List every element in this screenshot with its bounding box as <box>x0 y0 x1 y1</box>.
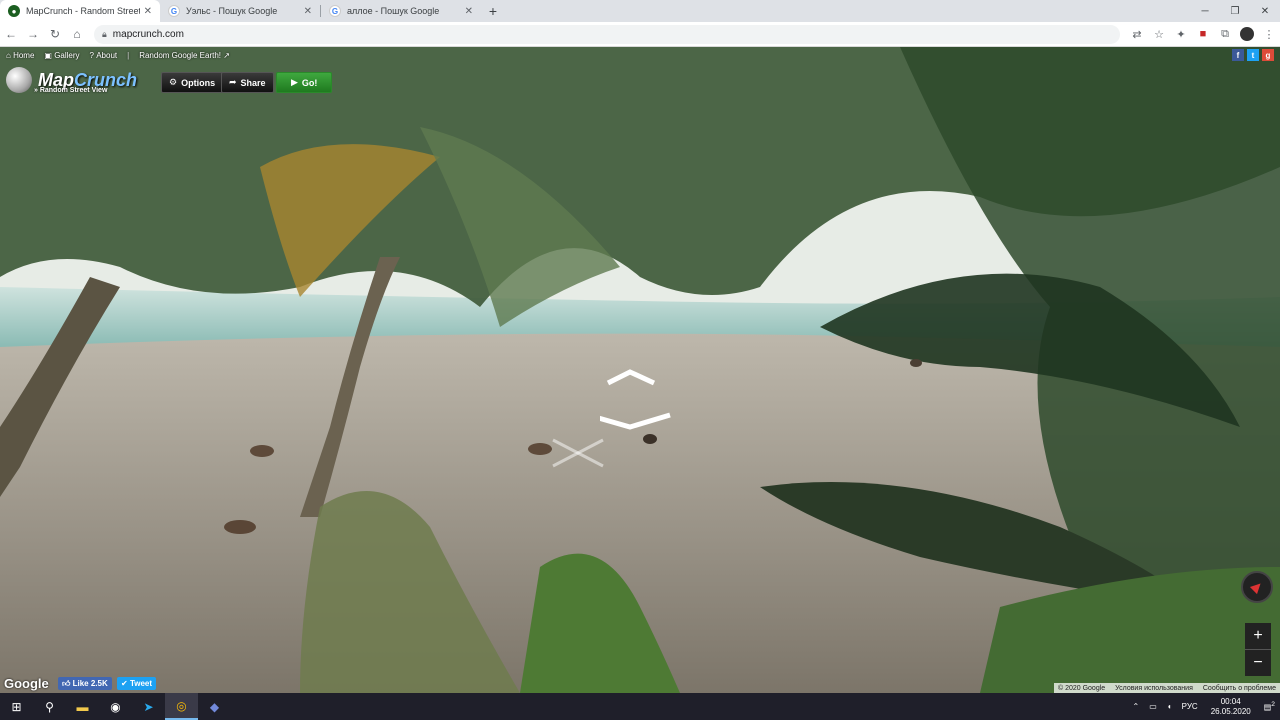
google-icon: G <box>168 5 180 17</box>
forward-icon[interactable]: → <box>22 27 44 41</box>
gallery-link[interactable]: ▣ Gallery <box>44 51 79 60</box>
options-label: Options <box>181 77 216 88</box>
twitter-bird-icon: ✔ <box>121 679 130 688</box>
google-icon: G <box>329 5 341 17</box>
compass-icon[interactable] <box>1241 571 1273 603</box>
avatar[interactable] <box>1240 27 1254 41</box>
discord-icon[interactable]: ◆ <box>198 693 231 720</box>
tab-google-aloe[interactable]: G аллое - Пошук Google ✕ <box>321 0 481 22</box>
address-bar[interactable]: 🔒︎ mapcrunch.com <box>94 24 1120 44</box>
browser-toolbar: ← → ↻ ⌂ 🔒︎ mapcrunch.com ⇄ ☆ ✦ ■ ⧉ ⋮ <box>0 22 1280 47</box>
go-label: Go! <box>301 77 318 88</box>
notifications-icon[interactable]: ▤2 <box>1264 701 1275 712</box>
share-label: Share <box>240 77 266 88</box>
gallery-link-label: Gallery <box>54 50 80 60</box>
home-link-label: Home <box>13 50 35 60</box>
volume-icon[interactable]: ◖ <box>1167 702 1172 711</box>
options-button[interactable]: ⚙ Options <box>161 72 224 93</box>
facebook-like-button[interactable]: 👍︎ Like 2.5K <box>58 677 112 690</box>
compass-needle <box>1249 579 1265 595</box>
terms-link[interactable]: Условия использования <box>1115 685 1193 692</box>
globe-icon <box>6 67 32 93</box>
mapcrunch-icon: ● <box>8 5 20 17</box>
windows-start-icon[interactable]: ⊞ <box>0 693 33 720</box>
new-tab-button[interactable]: + <box>481 0 505 22</box>
tweet-button[interactable]: ✔ Tweet <box>117 677 157 690</box>
random-earth-label: Random Google Earth! <box>139 50 222 60</box>
play-icon: ▶ <box>291 77 298 87</box>
translate-icon[interactable]: ⇄ <box>1126 28 1148 41</box>
chrome-icon[interactable]: ◎ <box>165 693 198 720</box>
go-button[interactable]: ▶ Go! <box>276 72 333 93</box>
tab-label: Уэльс - Пошук Google <box>186 6 278 16</box>
chevron-forward-icon[interactable] <box>606 369 656 386</box>
network-icon[interactable]: ▭ <box>1149 702 1157 711</box>
extension-badge-icon[interactable]: ■ <box>1192 28 1214 40</box>
like-label: Like 2.5K <box>72 679 108 688</box>
tab-label: аллое - Пошук Google <box>347 6 440 16</box>
back-icon[interactable]: ← <box>0 27 22 41</box>
reload-icon[interactable]: ↻ <box>44 27 66 41</box>
street-nav-arrows[interactable] <box>600 367 680 437</box>
close-icon[interactable]: ✕ <box>144 6 152 17</box>
zoom-out-button[interactable]: − <box>1245 650 1271 676</box>
browser-tab-strip: ● MapCrunch - Random Street Vie ✕ G Уэль… <box>0 0 1280 22</box>
extension-icon[interactable]: ✦ <box>1170 28 1192 41</box>
facebook-icon[interactable]: f <box>1232 49 1244 61</box>
menu-kebab-icon[interactable]: ⋮ <box>1258 28 1280 41</box>
zoom-controls: + − <box>1245 623 1271 676</box>
search-icon[interactable]: ⚲ <box>33 693 66 720</box>
windows-taskbar: ⊞ ⚲ ▬ ◉ ➤ ◎ ◆ ⌃ ▭ ◖ РУС 00:04 26.05.2020… <box>0 693 1280 720</box>
gears-icon: ⚙ <box>169 77 178 87</box>
share-arrow-icon: ➦ <box>229 77 237 87</box>
tab-label: MapCrunch - Random Street Vie <box>26 6 140 16</box>
pano-cursor-x <box>552 438 604 468</box>
window-controls: ─ ❐ ✕ <box>1190 0 1280 22</box>
close-icon[interactable]: ✕ <box>304 6 312 17</box>
telegram-icon[interactable]: ➤ <box>132 693 165 720</box>
twitter-icon[interactable]: t <box>1247 49 1259 61</box>
tweet-label: Tweet <box>129 679 153 688</box>
lock-icon[interactable]: 🔒︎ <box>102 29 107 40</box>
clock-time: 00:04 <box>1220 696 1241 706</box>
bookmark-star-icon[interactable]: ☆ <box>1148 28 1170 41</box>
window-close-icon[interactable]: ✕ <box>1250 0 1280 22</box>
social-icons: f t g <box>1232 49 1274 61</box>
tab-mapcrunch[interactable]: ● MapCrunch - Random Street Vie ✕ <box>0 0 160 22</box>
close-icon[interactable]: ✕ <box>465 6 473 17</box>
home-link[interactable]: ⌂ Home <box>6 51 34 60</box>
google-plus-icon[interactable]: g <box>1262 49 1274 61</box>
extensions-puzzle-icon[interactable]: ⧉ <box>1214 28 1236 41</box>
about-link-label: About <box>96 50 118 60</box>
tray-chevron-icon[interactable]: ⌃ <box>1133 702 1140 711</box>
share-button[interactable]: ➦ Share <box>221 72 274 93</box>
minimize-icon[interactable]: ─ <box>1190 0 1220 22</box>
street-view-panorama[interactable]: ⌂ Home ▣ Gallery ? About | Random Google… <box>0 47 1280 693</box>
nav-divider: | <box>127 50 130 60</box>
system-tray: ⌃ ▭ ◖ РУС 00:04 26.05.2020 ▤2 <box>1128 693 1280 720</box>
tab-google-wales[interactable]: G Уэльс - Пошук Google ✕ <box>160 0 320 22</box>
map-attribution: © 2020 Google Условия использования Сооб… <box>1053 683 1280 693</box>
chevron-backward-icon[interactable] <box>600 405 671 430</box>
maximize-icon[interactable]: ❐ <box>1220 0 1250 22</box>
clock[interactable]: 00:04 26.05.2020 <box>1211 697 1251 717</box>
copyright-text: © 2020 Google <box>1057 684 1106 692</box>
google-logo[interactable]: Google <box>4 676 49 691</box>
home-icon[interactable]: ⌂ <box>66 27 88 41</box>
file-explorer-icon[interactable]: ▬ <box>66 693 99 720</box>
notification-count: 2 <box>1271 701 1275 709</box>
logo-subtitle: » Random Street View <box>34 87 108 94</box>
clock-date: 26.05.2020 <box>1210 706 1251 716</box>
mapcrunch-top-nav: ⌂ Home ▣ Gallery ? About | Random Google… <box>0 47 1280 63</box>
app-icon[interactable]: ◉ <box>99 693 132 720</box>
url-text: mapcrunch.com <box>112 28 184 40</box>
language-indicator[interactable]: РУС <box>1182 702 1198 711</box>
about-link[interactable]: ? About <box>90 51 118 60</box>
zoom-in-button[interactable]: + <box>1245 623 1271 649</box>
random-earth-link[interactable]: Random Google Earth! ↗ <box>139 51 230 60</box>
report-link[interactable]: Сообщить о проблеме <box>1203 685 1276 692</box>
thumbs-up-icon: 👍︎ <box>62 678 73 688</box>
